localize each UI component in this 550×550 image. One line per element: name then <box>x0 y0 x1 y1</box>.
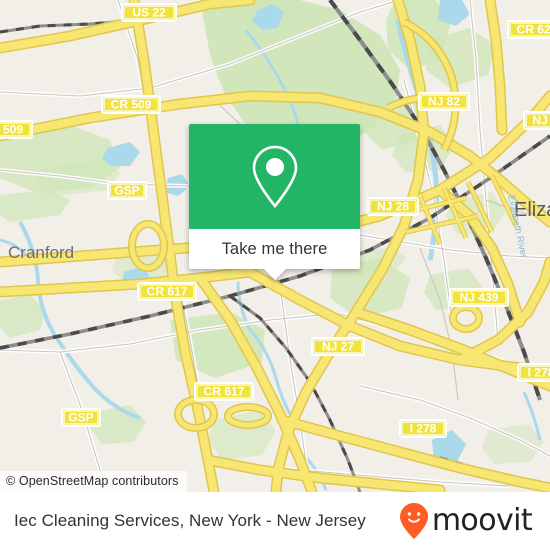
moovit-wordmark: moovit <box>431 503 533 538</box>
road-shield-cr-623: CR 623 <box>507 20 550 39</box>
road-shield-i-278-low: I 278 <box>399 419 447 438</box>
map-screenshot: Cranford Eliza Elizabeth River US 22CR 5… <box>0 0 550 550</box>
footer-bar: Iec Cleaning Services, New York - New Je… <box>0 492 550 550</box>
card-action-area[interactable]: Take me there <box>189 229 360 269</box>
road-shield-label: 509 <box>3 123 23 137</box>
road-shield-label: GSP <box>114 184 139 198</box>
osm-attribution: © OpenStreetMap contributors <box>0 471 187 492</box>
road-shield-nj-27: NJ 27 <box>311 337 365 356</box>
road-shield-label: CR 509 <box>111 98 152 112</box>
road-shield-label: NJ 439 <box>460 291 499 305</box>
road-shield-label: NJ 2 <box>532 114 550 128</box>
place-title: Iec Cleaning Services, New York - New Je… <box>14 511 366 530</box>
take-me-there-label: Take me there <box>221 239 328 258</box>
road-shield-label: US 22 <box>132 6 166 20</box>
road-shield-label: NJ 27 <box>322 340 354 354</box>
card-pointer <box>263 269 286 280</box>
road-shield-label: NJ 82 <box>428 95 460 109</box>
road-shield-nj-28: NJ 28 <box>367 197 419 216</box>
moovit-smiley-pin-icon <box>399 503 428 539</box>
road-shield-us-22: US 22 <box>121 3 177 22</box>
road-shield-label: CR 617 <box>147 285 188 299</box>
take-me-there-card[interactable]: Take me there <box>189 124 360 280</box>
road-shield-gsp-lower: GSP <box>61 408 101 427</box>
road-shield-label: I 278 <box>410 422 437 436</box>
road-shield-cr-509-top: CR 509 <box>101 95 161 114</box>
road-shield-label: NJ 28 <box>377 200 409 214</box>
road-shield-nj-2-right: NJ 2 <box>523 111 550 130</box>
road-shield-label: GSP <box>68 411 93 425</box>
road-shield-label: CR 623 <box>517 23 550 37</box>
moovit-logo[interactable]: moovit <box>399 502 533 540</box>
place-label-cranford: Cranford <box>8 243 74 262</box>
road-shield-gsp-upper: GSP <box>107 181 147 200</box>
road-shield-i-278-right: I 278 <box>517 363 550 382</box>
road-shield-nj-439: NJ 439 <box>449 288 509 307</box>
road-shield-nj-82: NJ 82 <box>418 92 470 111</box>
road-shield-cr-617-low: CR 617 <box>194 382 254 401</box>
road-shield-cr-617-mid: CR 617 <box>137 282 197 301</box>
road-shield-cr-509-left: 509 <box>0 120 33 139</box>
road-shield-label: I 278 <box>528 366 550 380</box>
card-image-area <box>189 124 360 229</box>
map-pin-icon <box>252 145 297 208</box>
road-shield-label: CR 617 <box>204 385 245 399</box>
